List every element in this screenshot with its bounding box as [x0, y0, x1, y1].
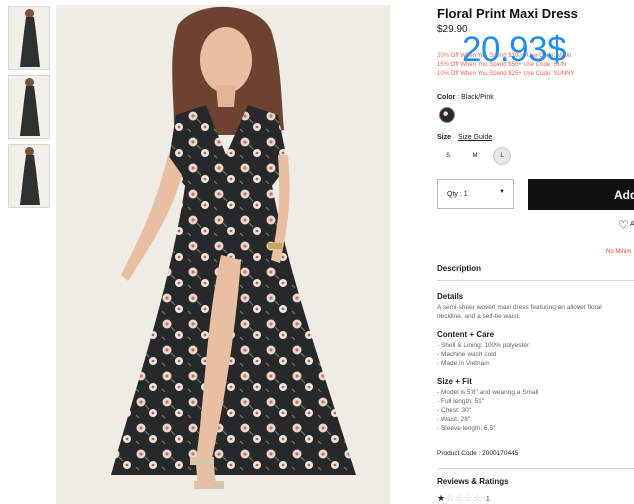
color-label: Color: [437, 94, 456, 101]
rating-stars: ★☆☆☆☆ 1: [437, 493, 491, 504]
model-illustration: [111, 6, 356, 489]
description-heading[interactable]: Description: [437, 264, 481, 273]
content-heading: Content + Care: [437, 330, 495, 339]
color-row: Color : Black/Pink: [437, 94, 494, 101]
size-label: Size: [437, 134, 452, 141]
color-value: : Black/Pink: [457, 94, 494, 101]
quantity-value: Qty : 1: [447, 190, 468, 198]
quantity-select[interactable]: Qty : 1 ▼: [437, 179, 514, 209]
product-code: Product Code : 2000170445: [437, 450, 519, 457]
divider: [437, 280, 634, 281]
color-swatch[interactable]: [439, 107, 455, 123]
reviews-heading[interactable]: Reviews & Ratings: [437, 477, 509, 486]
wishlist-label[interactable]: A: [630, 221, 634, 228]
size-guide-link[interactable]: Size Guide: [458, 134, 492, 141]
overlay-price: 20.93$: [462, 30, 567, 69]
details-heading: Details: [437, 292, 464, 301]
divider: [437, 468, 634, 469]
star-empty-icon: ☆☆☆☆: [446, 493, 483, 503]
thumbnail-1[interactable]: [8, 6, 50, 70]
size-option-s[interactable]: S: [439, 147, 457, 165]
size-option-m[interactable]: M: [466, 147, 484, 165]
star-filled-icon: ★: [437, 493, 447, 503]
fit-heading: Size + Fit: [437, 377, 472, 386]
content-line: - Made in Vietnam: [437, 360, 490, 367]
rating-count: 1: [485, 496, 491, 503]
add-to-bag-button[interactable]: Add: [528, 179, 634, 210]
no-minimum-notice: No Minim: [606, 249, 632, 255]
thumbnail-2[interactable]: [8, 75, 50, 139]
product-title: Floral Print Maxi Dress: [437, 6, 578, 21]
size-row: Size Size Guide: [437, 134, 492, 141]
details-line: neckline, and a self-tie waist.: [437, 313, 521, 320]
caret-down-icon: ▼: [499, 189, 505, 195]
promo-line: 10% Off When You Spend $25+ Use Code: SU…: [437, 71, 575, 77]
size-option-l[interactable]: L: [493, 147, 511, 165]
main-product-image[interactable]: [56, 5, 390, 504]
fit-line: - Sleeve length: 6.5": [437, 425, 496, 432]
heart-icon[interactable]: ♡: [618, 218, 629, 232]
thumbnail-3[interactable]: [8, 144, 50, 208]
